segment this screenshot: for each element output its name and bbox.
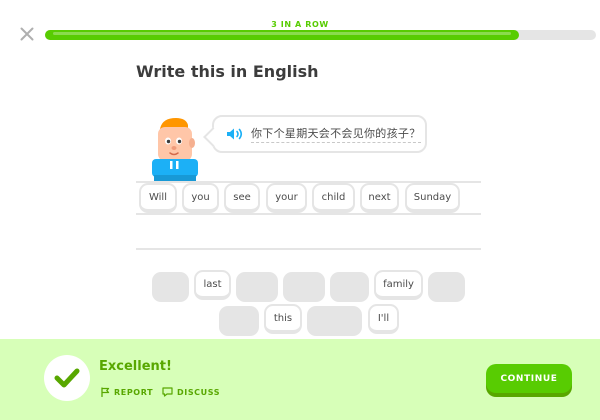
character-avatar (152, 118, 198, 183)
word-bank-chip[interactable]: I'll (368, 304, 399, 334)
flag-icon (101, 387, 110, 397)
checkmark-icon (54, 368, 80, 388)
close-icon[interactable] (20, 27, 34, 41)
streak-label: 3 IN A ROW (271, 20, 329, 29)
comment-icon (162, 387, 173, 397)
answer-word[interactable]: Sunday (405, 183, 460, 213)
exercise-title: Write this in English (136, 62, 319, 81)
answer-word[interactable]: child (312, 183, 355, 213)
answer-word[interactable]: see (224, 183, 260, 213)
answer-word[interactable]: your (266, 183, 307, 213)
answer-word[interactable]: you (182, 183, 219, 213)
word-bank-empty-slot (307, 306, 362, 336)
speaker-icon[interactable] (226, 127, 244, 141)
word-bank-chip[interactable]: family (374, 270, 423, 300)
progress-fill (45, 30, 519, 40)
prompt-text[interactable]: 你下个星期天会不会见你的孩子？ (251, 125, 421, 143)
word-bank-empty-slot (428, 272, 465, 302)
word-bank-chip[interactable]: last (194, 270, 231, 300)
word-bank-chip[interactable]: this (264, 304, 302, 334)
continue-button[interactable]: CONTINUE (486, 364, 572, 393)
feedback-message: Excellent! (99, 359, 172, 374)
report-button[interactable]: REPORT (100, 387, 153, 397)
answer-word[interactable]: next (360, 183, 399, 213)
answer-line (136, 248, 481, 250)
word-bank-empty-slot (330, 272, 369, 302)
success-badge (44, 355, 90, 401)
word-bank-empty-slot (152, 272, 189, 302)
word-bank-empty-slot (219, 306, 259, 336)
answer-word[interactable]: Will (139, 183, 177, 213)
discuss-label: DISCUSS (177, 387, 221, 397)
word-bank-empty-slot (283, 272, 325, 302)
word-bank-empty-slot (236, 272, 278, 302)
answer-line (136, 213, 481, 215)
report-label: REPORT (114, 387, 154, 397)
speech-bubble: 你下个星期天会不会见你的孩子？ (212, 115, 427, 153)
progress-bar (45, 30, 596, 40)
discuss-button[interactable]: DISCUSS (162, 387, 220, 397)
